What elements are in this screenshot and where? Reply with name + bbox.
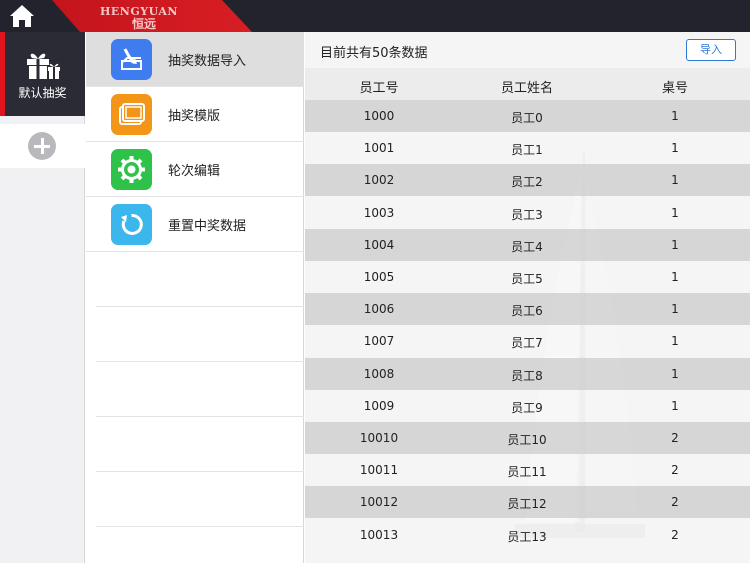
table-row[interactable]: 1007 员工7 1 xyxy=(305,325,750,358)
table-row[interactable]: 1009 员工9 1 xyxy=(305,389,750,422)
employee-name-cell: 员工11 xyxy=(507,465,547,480)
top-bar: HENGYUAN 恒远 xyxy=(0,0,750,32)
employee-id-cell: 1008 xyxy=(363,366,395,381)
employee-id-cell: 1009 xyxy=(363,398,395,413)
divider xyxy=(96,361,304,362)
import-icon xyxy=(111,39,152,80)
table-row[interactable]: 10013 员工13 2 xyxy=(305,518,750,551)
table-header: 员工号 员工姓名 桌号 xyxy=(305,68,750,100)
table-no-cell: 1 xyxy=(671,173,679,188)
employee-name-cell: 员工7 xyxy=(511,336,543,351)
table-no-cell: 2 xyxy=(671,495,679,510)
table-no-cell: 2 xyxy=(671,431,679,445)
menu-item-label: 抽奖数据导入 xyxy=(168,54,247,69)
brand-name-cn: 恒远 xyxy=(132,17,157,31)
employee-id-cell: 10013 xyxy=(359,527,399,542)
employee-id-cell: 1003 xyxy=(363,205,395,220)
divider xyxy=(96,526,304,527)
table-no-cell: 2 xyxy=(671,463,679,478)
table-no-cell: 1 xyxy=(671,237,679,252)
table-row[interactable]: 1003 员工3 1 xyxy=(305,196,750,229)
column-header-employee-id: 员工号 xyxy=(359,81,399,96)
employee-id-cell: 1006 xyxy=(363,302,395,317)
gear-icon xyxy=(111,149,152,190)
employee-id-cell: 1000 xyxy=(363,109,395,123)
employee-name-cell: 员工2 xyxy=(511,175,543,190)
employee-name-cell: 员工0 xyxy=(511,111,543,125)
menu-item-template[interactable]: 抽奖模版 xyxy=(86,87,304,142)
data-panel: 目前共有50条数据 导入 员工号 员工姓名 桌号 1000 员工0 1 1001 员工1… xyxy=(305,32,750,563)
table-no-cell: 1 xyxy=(671,366,679,381)
table-no-cell: 1 xyxy=(671,109,679,123)
table-no-cell: 2 xyxy=(671,527,679,542)
employee-id-cell: 10012 xyxy=(359,495,399,510)
table-no-cell: 1 xyxy=(671,205,679,220)
employee-name-cell: 员工9 xyxy=(511,400,543,415)
employee-id-cell: 1004 xyxy=(363,237,395,252)
employee-id-cell: 1005 xyxy=(363,270,395,284)
divider xyxy=(96,471,304,472)
menu-item-label: 重置中奖数据 xyxy=(168,219,247,234)
add-lottery-button[interactable] xyxy=(28,132,56,160)
table-row[interactable]: 10010 员工10 2 xyxy=(305,422,750,454)
employee-name-cell: 员工6 xyxy=(511,304,543,319)
table-row[interactable]: 1005 员工5 1 xyxy=(305,261,750,293)
employee-id-cell: 1001 xyxy=(363,141,395,156)
menu-item-reset-winners[interactable]: 重置中奖数据 xyxy=(86,197,304,252)
employee-name-cell: 员工1 xyxy=(511,143,543,158)
employee-id-cell: 1002 xyxy=(363,173,395,188)
divider xyxy=(96,416,304,417)
column-header-table-no: 桌号 xyxy=(661,81,688,96)
employee-name-cell: 员工10 xyxy=(507,433,547,447)
menu-item-label: 轮次编辑 xyxy=(168,164,221,179)
table-row[interactable]: 1000 员工0 1 xyxy=(305,100,750,132)
employee-name-cell: 员工5 xyxy=(511,272,543,286)
divider xyxy=(96,306,304,307)
employee-name-cell: 员工3 xyxy=(511,207,543,222)
table-row[interactable]: 1008 员工8 1 xyxy=(305,357,750,390)
column-header-employee-name: 员工姓名 xyxy=(500,81,553,96)
table-row[interactable]: 1002 员工2 1 xyxy=(305,164,750,197)
import-button[interactable]: 导入 xyxy=(686,39,736,61)
rail-item-label: 默认抽奖 xyxy=(18,86,67,100)
menu-item-data-import[interactable]: 抽奖数据导入 xyxy=(86,32,304,87)
table-no-cell: 1 xyxy=(671,398,679,413)
employee-id-cell: 10010 xyxy=(359,431,399,445)
table-row[interactable]: 1006 员工6 1 xyxy=(305,293,750,326)
template-icon xyxy=(111,94,152,135)
table-no-cell: 1 xyxy=(671,334,679,349)
table-row[interactable]: 1001 员工1 1 xyxy=(305,132,750,165)
home-icon[interactable] xyxy=(8,3,36,29)
gift-icon xyxy=(27,53,60,79)
employee-name-cell: 员工8 xyxy=(511,368,543,383)
rail-item-default-lottery[interactable]: 默认抽奖 xyxy=(0,32,85,116)
left-rail: 默认抽奖 xyxy=(0,32,85,563)
table-no-cell: 1 xyxy=(671,302,679,317)
rail-active-marker xyxy=(0,32,5,116)
menu-item-round-edit[interactable]: 轮次编辑 xyxy=(86,142,304,197)
table-no-cell: 1 xyxy=(671,141,679,156)
employee-name-cell: 员工4 xyxy=(511,239,543,254)
function-menu: 抽奖数据导入 抽奖模版 轮次编辑 重置中奖数据 xyxy=(86,32,304,563)
refresh-icon xyxy=(111,204,152,245)
table-row[interactable]: 1004 员工4 1 xyxy=(305,228,750,261)
employee-name-cell: 员工13 xyxy=(507,529,547,544)
table-row[interactable]: 10012 员工12 2 xyxy=(305,486,750,519)
menu-item-label: 抽奖模版 xyxy=(168,109,221,124)
table-no-cell: 1 xyxy=(671,270,679,284)
table-row[interactable]: 10011 员工11 2 xyxy=(305,454,750,487)
employee-id-cell: 1007 xyxy=(363,334,395,349)
employee-id-cell: 10011 xyxy=(359,463,399,478)
employee-name-cell: 员工12 xyxy=(507,497,547,512)
brand-banner: HENGYUAN 恒远 xyxy=(52,0,252,32)
record-count-text: 目前共有50条数据 xyxy=(320,46,428,61)
